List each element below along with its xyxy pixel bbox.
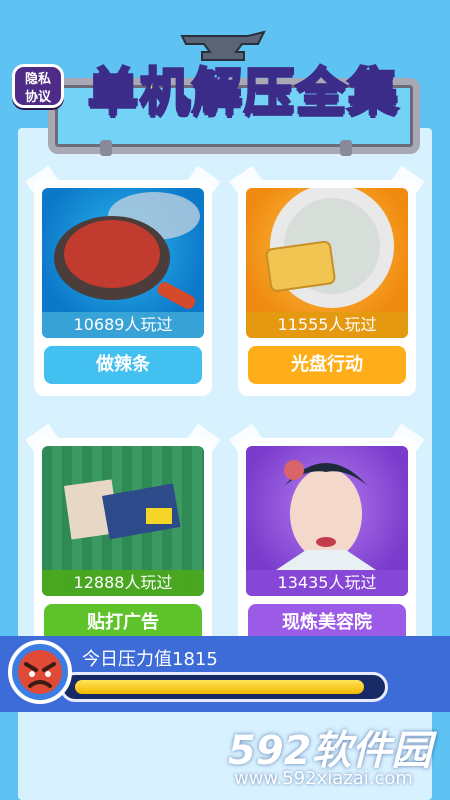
game-thumbnail: 10689人玩过 [42,188,204,338]
plate-sponge-icon [265,188,394,308]
privacy-label-line2: 协议 [24,90,51,105]
board-chain-right [340,140,352,156]
play-button-clean-plate[interactable]: 光盘行动 [248,346,406,384]
watermark-url: www.592xiazai.com [234,768,413,789]
angry-face-avatar [8,640,72,704]
watermark: 592软件园 www.592xiazai.com [228,718,446,794]
game-card-spicy-strips[interactable]: 10689人玩过 做辣条 [25,165,221,396]
play-button-spicy-strips[interactable]: 做辣条 [44,346,202,384]
board-chain-left [100,140,112,156]
play-count: 12888人玩过 [42,570,204,596]
game-card-clean-plate[interactable]: 11555人玩过 光盘行动 [229,165,425,396]
privacy-agreement-button[interactable]: 隐私 协议 [12,64,64,108]
stress-progress-bar [60,672,388,702]
app-title: 单机解压全集 [87,62,400,123]
game-thumbnail: 13435人玩过 [246,446,408,596]
game-card-beauty-salon[interactable]: 13435人玩过 现炼美容院 [229,423,425,654]
play-count: 13435人玩过 [246,570,408,596]
game-thumbnail: 12888人玩过 [42,446,204,596]
frying-pan-icon [54,192,200,310]
privacy-label-line1: 隐私 [24,72,51,87]
stress-progress-fill [75,680,364,694]
play-count: 10689人玩过 [42,312,204,338]
stress-value-label: 今日压力值1815 [82,649,218,670]
game-card-ads[interactable]: 12888人玩过 贴打广告 [25,423,221,654]
angry-face-icon [18,650,62,694]
face-icon [276,460,376,570]
flyers-icon [64,479,181,540]
play-count: 11555人玩过 [246,312,408,338]
game-thumbnail: 11555人玩过 [246,188,408,338]
